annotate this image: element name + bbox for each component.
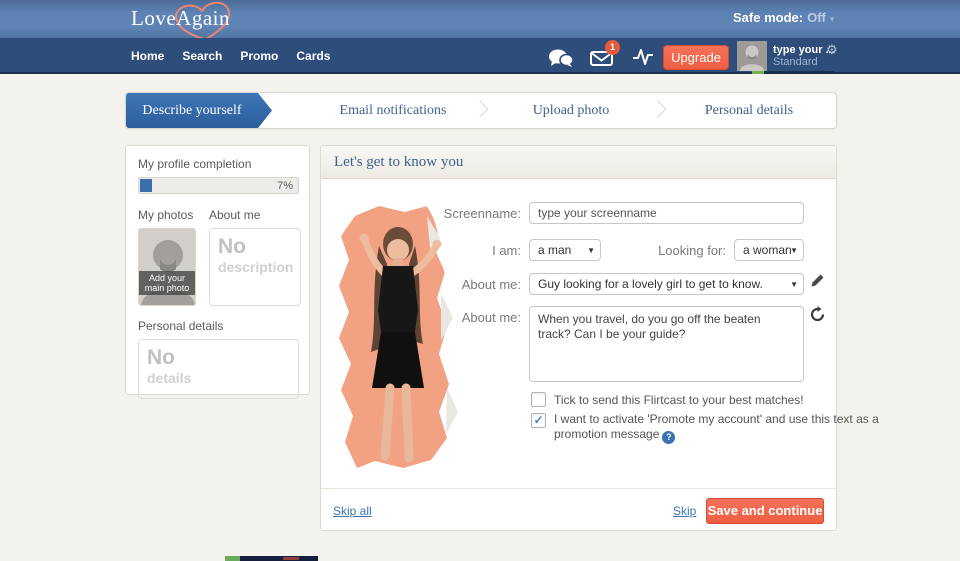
promote-account-checkbox[interactable]: ✓ <box>531 413 546 428</box>
about-me-label: About me <box>209 208 301 222</box>
wizard-step-upload-photo[interactable]: Upload photo <box>482 93 660 128</box>
personal-details-label: Personal details <box>138 319 297 333</box>
wizard-steps: Describe yourself Email notifications Up… <box>125 92 837 129</box>
wizard-step-personal-details[interactable]: Personal details <box>660 93 837 128</box>
wizard-step-describe-yourself[interactable]: Describe yourself <box>126 93 272 128</box>
no-description-sub: description <box>218 259 292 276</box>
plan-label: Standard <box>773 56 818 68</box>
about-me-text-label: About me: <box>381 310 521 325</box>
i-am-label: I am: <box>381 243 521 258</box>
upgrade-button[interactable]: Upgrade <box>663 45 729 70</box>
footer-divider <box>321 488 836 489</box>
screenname-input[interactable] <box>529 202 804 224</box>
about-me-textarea[interactable]: When you travel, do you go off the beate… <box>529 306 804 382</box>
nav-item-cards[interactable]: Cards <box>296 49 330 63</box>
no-description-box[interactable]: No description <box>209 228 301 306</box>
my-photos-label: My photos <box>138 208 196 222</box>
safe-mode-toggle[interactable]: Safe mode: Off ▾ <box>733 10 834 25</box>
skip-link[interactable]: Skip <box>673 504 696 518</box>
top-bar: LoveAgain Safe mode: Off ▾ <box>0 0 960 38</box>
no-description-title: No <box>218 235 292 259</box>
about-me-select[interactable]: Guy looking for a lovely girl to get to … <box>529 273 804 295</box>
screenname-label: Screenname: <box>381 206 521 221</box>
profile-completion-bar: 7% <box>138 177 299 194</box>
nav-item-promo[interactable]: Promo <box>240 49 278 63</box>
gear-icon[interactable]: ⚙ <box>826 42 838 58</box>
safe-mode-label: Safe mode: <box>733 10 803 25</box>
looking-for-select[interactable]: a woman ▼ <box>734 239 804 261</box>
no-details-sub: details <box>147 370 290 387</box>
help-icon[interactable]: ? <box>662 431 675 444</box>
no-details-title: No <box>147 346 290 370</box>
nav-menu: Home Search Promo Cards <box>131 38 330 74</box>
progress-percent: 7% <box>277 180 293 192</box>
no-details-box[interactable]: No details <box>138 339 299 399</box>
save-and-continue-button[interactable]: Save and continue <box>706 498 824 524</box>
chevron-down-icon: ▼ <box>790 274 798 295</box>
chevron-down-icon: ▾ <box>830 14 835 24</box>
wizard-step-email-notifications[interactable]: Email notifications <box>304 93 482 128</box>
refresh-icon[interactable] <box>809 306 826 328</box>
woman-photo <box>327 198 477 478</box>
progress-fill <box>140 179 152 192</box>
edit-pencil-icon[interactable] <box>810 273 825 293</box>
nav-item-search[interactable]: Search <box>182 49 222 63</box>
nav-item-home[interactable]: Home <box>131 49 164 63</box>
profile-sidebar: My profile completion 7% My photos Add y… <box>125 145 310 395</box>
nav-bar: Home Search Promo Cards 1 Upgrade type <box>0 38 960 74</box>
about-me-select-label: About me: <box>381 277 521 292</box>
user-avatar[interactable] <box>737 41 767 71</box>
flirtcast-checkbox-label: Tick to send this Flirtcast to your best… <box>554 393 844 408</box>
looking-for-label: Looking for: <box>586 243 726 258</box>
cutoff-banner-image <box>225 556 318 561</box>
check-icon: ✓ <box>533 413 543 427</box>
add-main-photo-button[interactable]: Add your main photo <box>138 228 196 306</box>
safe-mode-value: Off <box>807 10 826 25</box>
activity-pulse-icon[interactable] <box>632 48 654 71</box>
page-title: Let's get to know you <box>321 146 836 179</box>
skip-all-link[interactable]: Skip all <box>333 504 372 518</box>
main-panel: Let's get to know you Screenname: I <box>320 145 837 531</box>
chat-icon[interactable] <box>548 49 574 72</box>
profile-progress-mini <box>752 71 834 74</box>
flirtcast-checkbox[interactable] <box>531 392 546 407</box>
add-photo-caption: Add your main photo <box>139 271 195 295</box>
mail-badge: 1 <box>605 40 620 55</box>
promote-account-checkbox-label: I want to activate 'Promote my account' … <box>554 412 879 444</box>
profile-completion-label: My profile completion <box>138 157 297 171</box>
chevron-down-icon: ▼ <box>790 240 798 261</box>
app-logo[interactable]: LoveAgain <box>131 6 230 31</box>
